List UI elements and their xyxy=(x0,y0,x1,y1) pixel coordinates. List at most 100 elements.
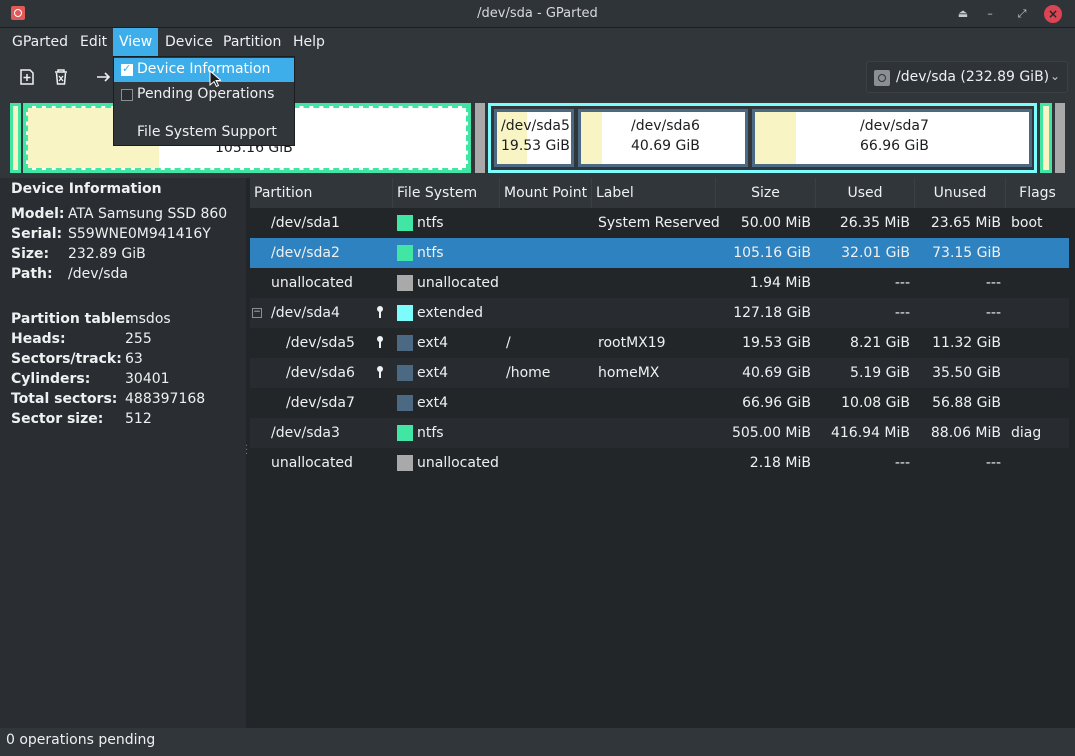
minimize-button[interactable]: – xyxy=(981,5,999,23)
disk-segment-unallocated[interactable] xyxy=(475,103,485,173)
filesystem-color-icon xyxy=(397,335,413,351)
table-row[interactable]: unallocated unallocated 1.94 MiB --- --- xyxy=(250,268,1069,298)
menu-edit[interactable]: Edit xyxy=(74,28,113,56)
disk-segment-sda5[interactable]: /dev/sda5 19.53 GiB xyxy=(494,109,574,167)
filesystem-color-icon xyxy=(397,365,413,381)
device-info-heading: Device Information xyxy=(11,181,162,197)
maximize-button[interactable]: ⤢ xyxy=(1013,5,1031,23)
table-row[interactable]: unallocated unallocated 2.18 MiB --- --- xyxy=(250,448,1069,478)
status-text: 0 operations pending xyxy=(6,732,156,748)
info-key: Total sectors: xyxy=(11,391,118,407)
file-system-support-label: File System Support xyxy=(137,124,277,140)
delete-partition-button[interactable] xyxy=(48,64,74,90)
cell-file-system: ext4 xyxy=(417,335,449,351)
column-header-unused[interactable]: Unused xyxy=(915,178,1006,208)
close-button[interactable]: × xyxy=(1044,5,1062,23)
cell-file-system: extended xyxy=(417,305,484,321)
info-model: Model: ATA Samsung SSD 860 xyxy=(11,204,227,224)
table-row[interactable]: /dev/sda1 ntfs System Reserved 50.00 MiB 26.… xyxy=(250,208,1069,238)
table-row[interactable]: /dev/sda6 ext4/home homeMX 40.69 GiB 5.19 Gi… xyxy=(250,358,1069,388)
column-header-size[interactable]: Size xyxy=(716,178,816,208)
menu-help[interactable]: Help xyxy=(287,28,331,56)
cell-size: 505.00 MiB xyxy=(731,425,811,441)
shade-window-button[interactable]: ⏏ xyxy=(954,5,972,23)
key-icon xyxy=(377,336,383,350)
cell-flags: boot xyxy=(1011,215,1043,231)
device-information-checkbox[interactable] xyxy=(121,62,133,76)
menu-partition[interactable]: Partition xyxy=(217,28,287,56)
cell-size: 127.18 GiB xyxy=(733,305,811,321)
disk-segment-sda3[interactable] xyxy=(1040,103,1052,173)
menu-item-file-system-support[interactable]: File System Support xyxy=(114,121,294,145)
info-key: Sector size: xyxy=(11,411,104,427)
menu-gparted[interactable]: GParted xyxy=(6,28,74,56)
column-header-file-system[interactable]: File System xyxy=(393,178,500,208)
cell-size: 2.18 MiB xyxy=(749,455,811,471)
cell-mount-point: /home xyxy=(506,365,551,381)
table-row[interactable]: /dev/sda5 ext4 / rootMX19 19.53 GiB 8.21 GiB 1… xyxy=(250,328,1069,358)
cell-partition: /dev/sda2 xyxy=(271,245,340,261)
table-row[interactable]: −/dev/sda4 extended 127.18 GiB --- --- xyxy=(250,298,1069,328)
column-header-flags[interactable]: Flags xyxy=(1006,178,1069,208)
column-header-label[interactable]: Label xyxy=(592,178,716,208)
cell-used: 8.21 GiB xyxy=(850,335,910,351)
info-value: /dev/sda xyxy=(68,266,128,282)
cell-unused: --- xyxy=(985,455,1001,471)
info-key: Model: xyxy=(11,206,65,222)
cell-partition: /dev/sda4 xyxy=(271,305,340,321)
info-key: Sectors/track: xyxy=(11,351,122,367)
disk-segment-extended[interactable]: /dev/sda5 19.53 GiB /dev/sda6 40.69 GiB … xyxy=(488,103,1037,173)
disk-segment-name: /dev/sda7 xyxy=(860,118,929,134)
info-key: Cylinders: xyxy=(11,371,91,387)
info-value: ATA Samsung SSD 860 xyxy=(68,206,228,222)
splitter-handle-icon: · · · xyxy=(245,441,249,460)
cell-unused: 88.06 MiB xyxy=(930,425,1001,441)
disk-segment-sda7[interactable]: /dev/sda7 66.96 GiB xyxy=(752,109,1032,167)
cell-size: 19.53 GiB xyxy=(742,335,811,351)
table-row[interactable]: /dev/sda3 ntfs 505.00 MiB 416.94 MiB 88.06 M… xyxy=(250,418,1069,448)
new-partition-button[interactable] xyxy=(14,64,40,90)
cell-file-system: unallocated xyxy=(417,455,499,471)
status-bar: 0 operations pending xyxy=(0,728,1075,756)
table-row[interactable]: /dev/sda7 ext4 66.96 GiB 10.08 GiB 56.88 GiB xyxy=(250,388,1069,418)
title-bar: /dev/sda - GParted ⏏ – ⤢ × xyxy=(0,0,1075,28)
disk-segment-size: 19.53 GiB xyxy=(501,138,570,154)
cell-file-system: ntfs xyxy=(417,245,444,261)
column-header-partition[interactable]: Partition xyxy=(250,178,393,208)
cell-used: 5.19 GiB xyxy=(850,365,910,381)
info-sector-size: Sector size: 512 xyxy=(11,409,152,429)
menu-view[interactable]: View xyxy=(113,28,159,56)
cell-unused: 73.15 GiB xyxy=(932,245,1001,261)
pending-operations-checkbox[interactable] xyxy=(121,89,133,101)
menu-item-pending-operations[interactable]: Pending Operations xyxy=(114,83,294,107)
filesystem-color-icon xyxy=(397,455,413,471)
cell-partition: /dev/sda6 xyxy=(286,365,355,381)
disk-segment-name: /dev/sda5 xyxy=(501,118,570,134)
cell-flags: diag xyxy=(1011,425,1042,441)
key-icon xyxy=(377,306,383,320)
cell-used: --- xyxy=(894,455,910,471)
column-header-used[interactable]: Used xyxy=(816,178,915,208)
cell-used: --- xyxy=(894,305,910,321)
disk-segment-sda6[interactable]: /dev/sda6 40.69 GiB xyxy=(578,109,748,167)
filesystem-color-icon xyxy=(397,395,413,411)
disk-segment-unallocated[interactable] xyxy=(1055,103,1065,173)
info-value: 255 xyxy=(125,331,152,347)
info-key: Size: xyxy=(11,246,50,262)
cell-partition: /dev/sda7 xyxy=(286,395,355,411)
info-key: Heads: xyxy=(11,331,66,347)
device-selector[interactable]: /dev/sda (232.89 GiB) ⌄ xyxy=(866,61,1068,93)
table-row[interactable]: /dev/sda2 ntfs 105.16 GiB 32.01 GiB 73.15 Gi… xyxy=(250,238,1069,268)
collapse-icon[interactable]: − xyxy=(252,308,262,318)
cell-unused: --- xyxy=(985,305,1001,321)
cell-unused: 35.50 GiB xyxy=(932,365,1001,381)
cell-size: 1.94 MiB xyxy=(749,275,811,291)
disk-icon xyxy=(874,70,890,86)
menu-item-device-information[interactable]: Device Information xyxy=(114,58,294,82)
menu-device[interactable]: Device xyxy=(159,28,219,56)
cell-used: 26.35 MiB xyxy=(839,215,910,231)
column-header-mount-point[interactable]: Mount Point xyxy=(500,178,592,208)
cell-file-system: ntfs xyxy=(417,215,444,231)
cell-partition: /dev/sda5 xyxy=(286,335,355,351)
disk-segment-sda1[interactable] xyxy=(10,103,21,173)
